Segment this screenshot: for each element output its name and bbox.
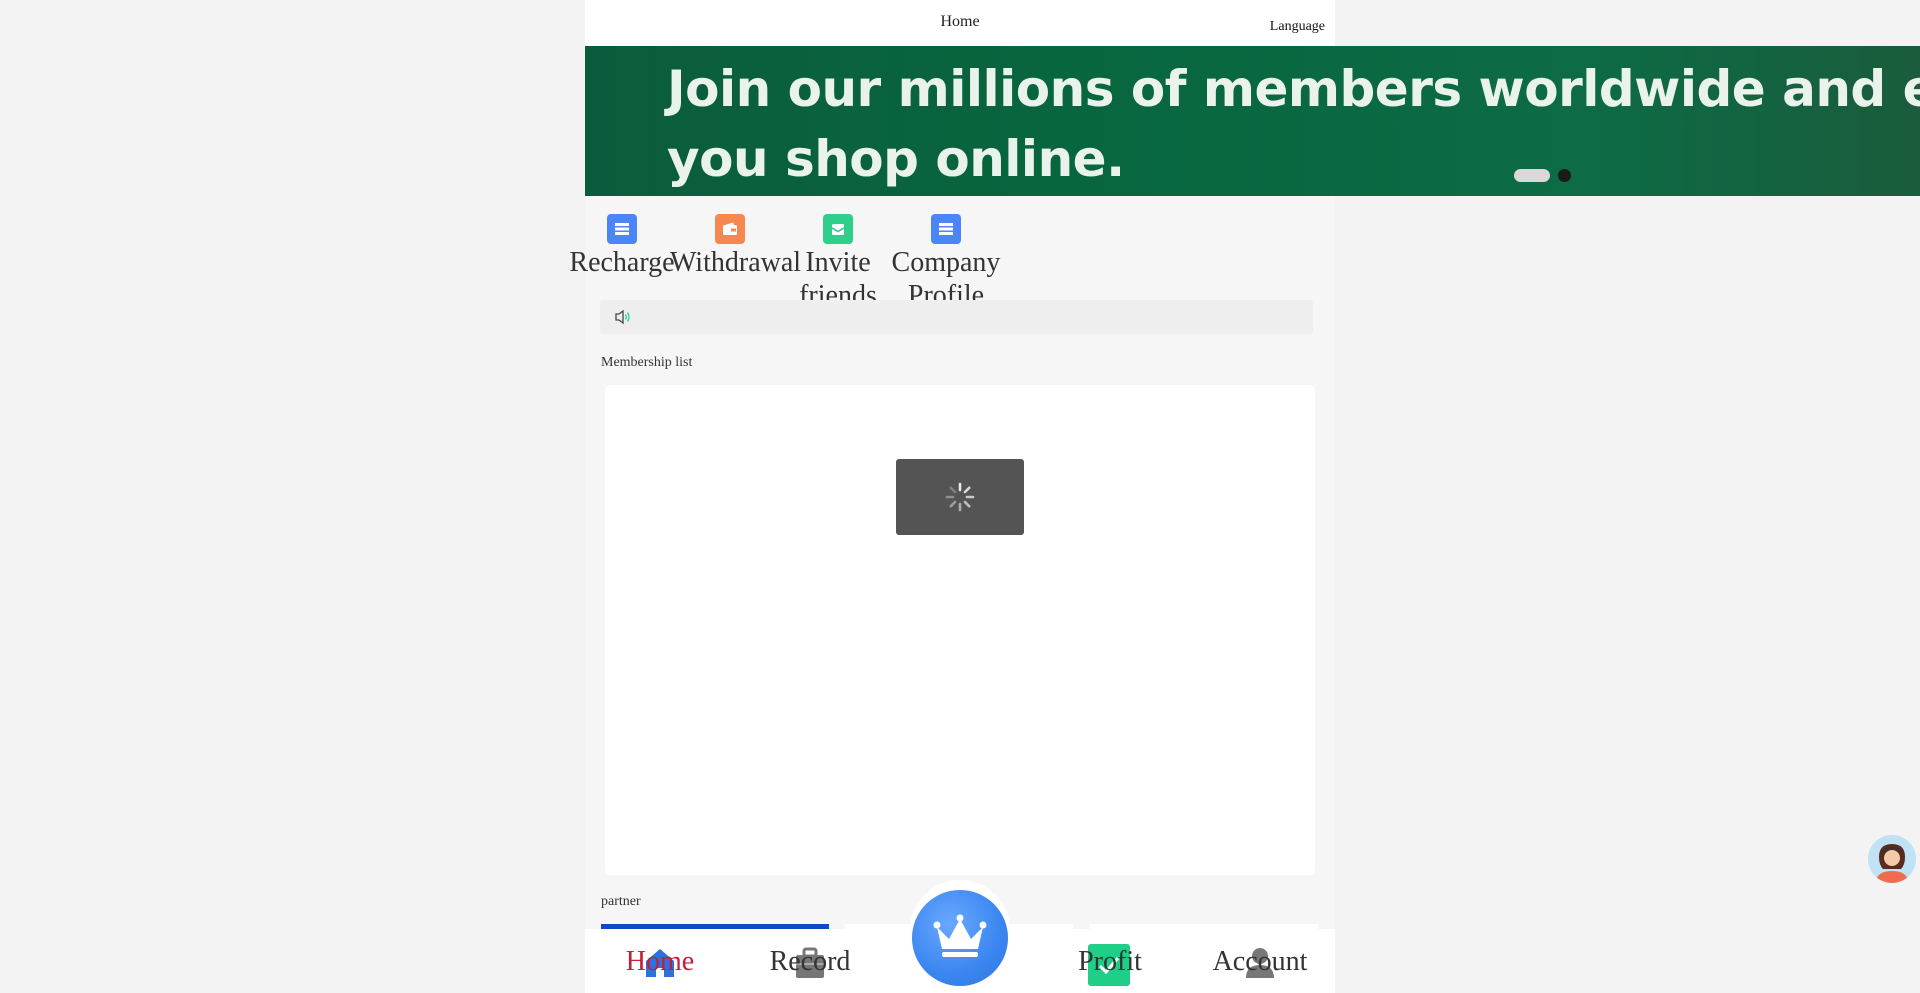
nav-home-label: Home <box>625 946 695 977</box>
membership-list-card <box>605 385 1315 875</box>
spinner-icon <box>945 482 975 512</box>
nav-account[interactable]: Account <box>1185 929 1335 993</box>
top-header: Home Language <box>585 0 1335 46</box>
partner-title: partner <box>601 894 641 909</box>
app-container: Home Language Join our millions of membe… <box>569 0 1920 993</box>
speaker-icon <box>614 309 632 330</box>
withdrawal-label: Withdrawal <box>670 247 802 278</box>
withdrawal-button[interactable]: Withdrawal <box>670 214 802 279</box>
nav-profit[interactable]: Profit <box>1035 929 1185 993</box>
banner-line-1: Join our millions of members worldwide a… <box>667 60 1920 118</box>
language-button[interactable]: Language <box>1270 19 1325 35</box>
membership-list-title: Membership list <box>601 355 693 370</box>
nav-record[interactable]: Record <box>735 929 885 993</box>
nav-record-label: Record <box>769 946 851 977</box>
banner-line-2: you shop online. <box>667 130 1125 188</box>
nav-profit-label: Profit <box>1078 946 1142 977</box>
profile-icon <box>931 214 961 244</box>
promo-banner[interactable]: Join our millions of members worldwide a… <box>585 46 1920 196</box>
loading-spinner <box>896 459 1024 535</box>
wallet-icon <box>715 214 745 244</box>
customer-service-button[interactable] <box>1868 835 1916 883</box>
banner-text: Join our millions of members worldwide a… <box>667 54 1920 194</box>
support-agent-icon <box>1868 835 1916 883</box>
company-profile-button[interactable]: Company Profile <box>886 214 1006 312</box>
nav-account-label: Account <box>1212 946 1308 977</box>
notice-bar[interactable] <box>600 300 1313 334</box>
recharge-button[interactable]: Recharge <box>562 214 682 279</box>
invite-icon <box>823 214 853 244</box>
recharge-label: Recharge <box>569 247 675 278</box>
nav-home[interactable]: Home <box>585 929 735 993</box>
recharge-icon <box>607 214 637 244</box>
invite-friends-button[interactable]: Invite friends <box>778 214 898 312</box>
banner-dot-active[interactable] <box>1514 169 1550 182</box>
page-title: Home <box>940 13 980 30</box>
banner-dot[interactable] <box>1558 169 1571 182</box>
banner-pagination <box>1514 169 1571 182</box>
crown-icon <box>933 913 987 964</box>
nav-vip-button[interactable] <box>912 890 1008 986</box>
